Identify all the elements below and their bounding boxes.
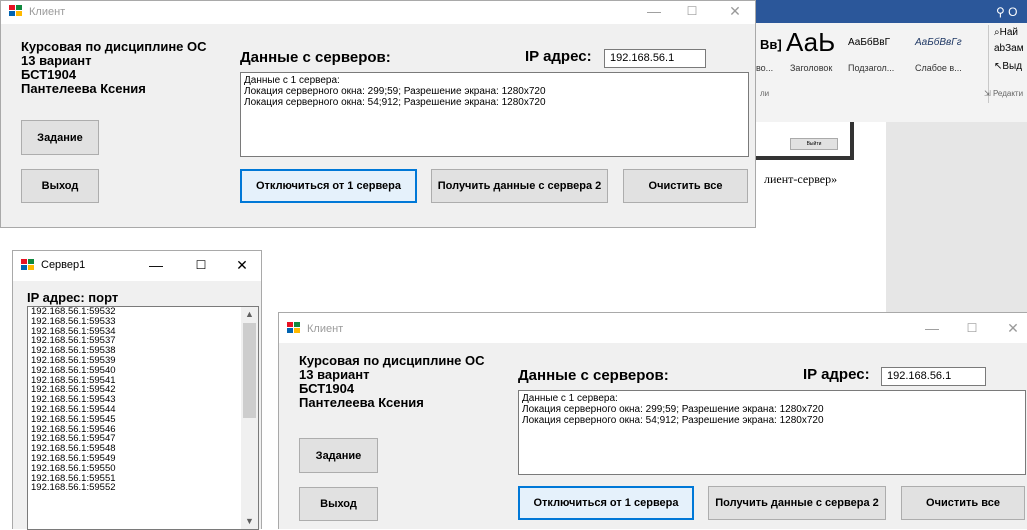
app-icon xyxy=(287,322,301,334)
output-line: Локация серверного окна: 54;912; Разреше… xyxy=(244,97,546,108)
output-line: Локация серверного окна: 299;59; Разреше… xyxy=(244,86,546,97)
get-server-data-button[interactable]: Получить данные с сервера 2 xyxy=(431,169,608,203)
user-icon[interactable]: ⚲ О xyxy=(996,5,1017,19)
client-window-bottom: Клиент — ☐ ✕ Курсовая по дисциплине ОС 1… xyxy=(278,312,1027,529)
close-icon[interactable]: ✕ xyxy=(720,1,750,21)
ip-address-label: IP адрес: xyxy=(525,48,592,65)
connections-rows: 192.168.56.1:59532 192.168.56.1:59533 192.… xyxy=(28,307,258,493)
student-name-label: Пантелеева Ксения xyxy=(299,395,424,410)
maximize-icon[interactable]: ☐ xyxy=(677,1,707,21)
window-title: Клиент xyxy=(29,6,66,18)
thumbnail-exit-button: Выйти xyxy=(790,138,838,150)
user-label: О xyxy=(1008,5,1018,19)
style-name-1: Заголовок xyxy=(790,63,833,73)
disconnect-server-button[interactable]: Отключиться от 1 сервера xyxy=(518,486,694,520)
group-label: БСТ1904 xyxy=(299,381,355,396)
scroll-down-icon[interactable]: ▼ xyxy=(241,514,258,529)
replace-button[interactable]: abЗам xyxy=(994,43,1024,54)
replace-icon: ab xyxy=(994,43,1006,54)
style-preview-3[interactable]: АаБбВвГг xyxy=(915,37,962,48)
output-line: Данные с 1 сервера: xyxy=(522,393,618,404)
clear-all-button[interactable]: Очистить все xyxy=(623,169,748,203)
server1-window: Сервер1 — ☐ ✕ IP адрес: порт 192.168.56.… xyxy=(12,250,262,530)
variant-label: 13 вариант xyxy=(299,367,370,382)
student-name-label: Пантелеева Ксения xyxy=(21,81,146,96)
course-label: Курсовая по дисциплине ОС xyxy=(299,353,485,368)
app-icon xyxy=(9,5,23,17)
page-thumbnail: Выйти xyxy=(756,122,854,160)
find-button[interactable]: ⌕Най xyxy=(994,27,1018,38)
scroll-up-icon[interactable]: ▲ xyxy=(241,307,258,322)
styles-group-label: ли xyxy=(760,89,770,98)
maximize-icon[interactable]: ☐ xyxy=(957,318,987,338)
variant-label: 13 вариант xyxy=(21,53,92,68)
servers-output-textarea[interactable]: Данные с 1 сервера: Локация серверного о… xyxy=(518,390,1026,475)
minimize-icon[interactable]: — xyxy=(917,318,947,338)
style-preview-1[interactable]: АаЬ xyxy=(786,27,835,58)
word-ribbon: Вв] АаЬ АаБбВвГ АаБбВвГг во... Заголовок… xyxy=(756,23,1027,123)
style-preview-2[interactable]: АаБбВвГ xyxy=(848,37,890,48)
style-name-2: Подзагол... xyxy=(848,63,895,73)
task-button[interactable]: Задание xyxy=(21,120,99,155)
style-name-0: во... xyxy=(756,63,774,73)
close-icon[interactable]: ✕ xyxy=(227,255,257,275)
client-bottom-titlebar[interactable]: Клиент — ☐ ✕ xyxy=(279,313,1027,343)
word-page: Выйти лиент-сервер» xyxy=(756,122,886,312)
scrollbar-thumb[interactable] xyxy=(243,323,256,418)
task-button[interactable]: Задание xyxy=(299,438,378,473)
output-line: Данные с 1 сервера: xyxy=(244,75,340,86)
output-line: Локация серверного окна: 299;59; Разреше… xyxy=(522,404,824,415)
window-title: Клиент xyxy=(307,323,344,335)
get-server-data-button[interactable]: Получить данные с сервера 2 xyxy=(708,486,886,520)
minimize-icon[interactable]: — xyxy=(639,1,669,21)
ip-address-input[interactable]: 192.168.56.1 xyxy=(604,49,706,68)
select-button[interactable]: ↖Выд xyxy=(994,61,1022,72)
ip-address-input[interactable]: 192.168.56.1 xyxy=(881,367,986,386)
connections-listbox[interactable]: 192.168.56.1:59532 192.168.56.1:59533 192.… xyxy=(27,306,259,530)
exit-button[interactable]: Выход xyxy=(299,487,378,521)
ip-address-label: IP адрес: xyxy=(803,366,870,383)
client-top-titlebar[interactable]: Клиент — ☐ ✕ xyxy=(1,1,755,24)
ip-port-label: IP адрес: порт xyxy=(27,290,119,305)
disconnect-server-button[interactable]: Отключиться от 1 сервера xyxy=(240,169,417,203)
servers-output-textarea[interactable]: Данные с 1 сервера: Локация серверного о… xyxy=(240,72,749,157)
minimize-icon[interactable]: — xyxy=(141,255,171,275)
style-name-3: Слабое в... xyxy=(915,63,962,73)
style-preview-0[interactable]: Вв] xyxy=(760,37,782,52)
listbox-scrollbar[interactable]: ▲ ▼ xyxy=(241,307,258,529)
editing-group-label: ⇲ Редакти xyxy=(984,89,1024,98)
client-window-top: Клиент — ☐ ✕ Курсовая по дисциплине ОС 1… xyxy=(0,0,756,228)
maximize-icon[interactable]: ☐ xyxy=(186,255,216,275)
app-icon xyxy=(21,259,35,271)
window-title: Сервер1 xyxy=(41,259,86,271)
exit-button[interactable]: Выход xyxy=(21,169,99,203)
course-label: Курсовая по дисциплине ОС xyxy=(21,39,207,54)
clear-all-button[interactable]: Очистить все xyxy=(901,486,1025,520)
output-line: Локация серверного окна: 54;912; Разреше… xyxy=(522,415,824,426)
word-title-bar: ⚲ О xyxy=(756,0,1027,23)
server1-titlebar[interactable]: Сервер1 — ☐ ✕ xyxy=(13,251,261,281)
list-item[interactable]: 192.168.56.1:59552 xyxy=(28,483,258,493)
close-icon[interactable]: ✕ xyxy=(998,318,1027,338)
servers-data-label: Данные с серверов: xyxy=(240,49,391,66)
group-label: БСТ1904 xyxy=(21,67,77,82)
servers-data-label: Данные с серверов: xyxy=(518,367,669,384)
student-info: Курсовая по дисциплине ОС 13 вариант БСТ… xyxy=(21,40,207,96)
doc-text-fragment: лиент-сервер» xyxy=(764,172,838,186)
student-info: Курсовая по дисциплине ОС 13 вариант БСТ… xyxy=(299,354,485,410)
